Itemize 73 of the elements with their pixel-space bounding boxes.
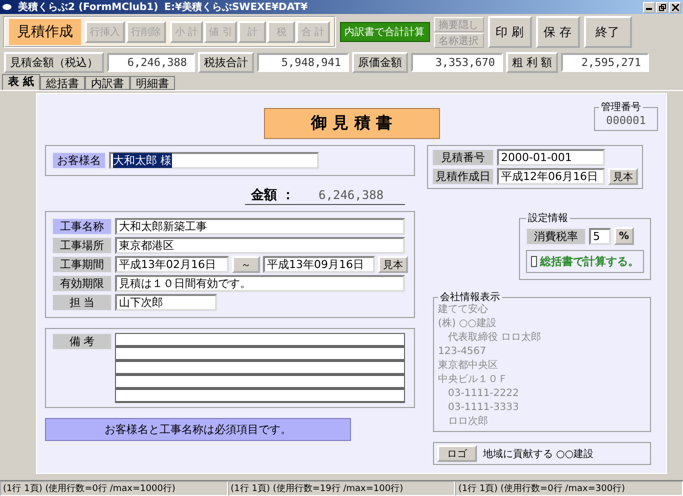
field-label: 見積作成日 (432, 168, 494, 185)
summary-label: 粗 利 額 (506, 52, 558, 72)
summary-label: 見積金額（税込） (4, 52, 104, 72)
status-pane: (1行 1頁) (使用行数=0行 /max=300行) (455, 481, 683, 496)
action-button[interactable]: 保 存 (536, 16, 580, 48)
management-number: 000001 (606, 114, 646, 127)
status-pane: (1行 1頁) (使用行数=19行 /max=100行) (228, 481, 456, 496)
percent-button[interactable]: % (614, 227, 634, 245)
required-notice: お客様名と工事名称は必須項目です。 (45, 418, 351, 441)
window-title: 美積くらぶ2 (FormMClub1) (18, 0, 158, 14)
company-info-line: 03-1111-3333 (447, 402, 520, 413)
tab[interactable]: 表 紙 (2, 74, 40, 90)
checkbox-label: 総括書で計算する。 (540, 254, 639, 269)
company-info-line: 東京都中央区 (438, 360, 499, 371)
field-label: 消費税率 (526, 228, 586, 244)
range-button[interactable]: ～ (232, 256, 260, 273)
date-field[interactable]: 平成12年06月16日 (497, 168, 605, 185)
field-label: お客様名 (52, 152, 106, 169)
action-button[interactable]: 終了 (584, 16, 632, 48)
window-path: E:¥美積くらぶSWEXE¥DAT¥ (164, 0, 308, 14)
field-label: 担 当 (52, 294, 112, 311)
checkbox[interactable] (531, 256, 537, 267)
company-info-line: 代表取締役 ロロ太郎 (447, 332, 542, 343)
group-legend: 管理番号 (599, 100, 643, 114)
tab[interactable]: 総括書 (40, 76, 85, 90)
text-field[interactable]: 山下次郎 (115, 294, 217, 311)
company-info-line: 123-4567 (438, 346, 488, 357)
field-label: 工事場所 (52, 237, 112, 254)
customer-field[interactable]: 大和太郎 様 (109, 152, 319, 169)
field-label: 見積番号 (432, 149, 494, 166)
estimate-number-field[interactable]: 2000-01-001 (497, 149, 605, 166)
text-field[interactable]: 見積は１０日間有効です。 (115, 275, 405, 292)
company-info-line: 03-1111-2222 (447, 388, 520, 399)
summary-label: 税抜合計 (198, 52, 254, 72)
close-icon (672, 4, 678, 10)
action-button[interactable]: 印 刷 (488, 16, 532, 48)
tab[interactable]: 内訳書 (84, 76, 130, 90)
amount-value: 6,246,388 (318, 188, 384, 202)
group-legend: 設定情報 (526, 211, 570, 225)
calculate-button[interactable]: 内訳書で合計計算 (340, 22, 430, 42)
mode-label: 見積作成 (9, 19, 81, 45)
tab[interactable]: 明細書 (130, 76, 175, 90)
summary-value: 2,595,271 (561, 52, 649, 72)
logo-button[interactable]: ロゴ (437, 445, 477, 462)
status-pane: (1行 1頁) (使用行数=0行 /max=1000行) (0, 481, 228, 496)
restore-icon (658, 4, 666, 10)
sample-button[interactable]: 見本 (608, 168, 638, 185)
sample-button[interactable]: 見本 (378, 256, 408, 273)
company-info-line: 建てて安心 (438, 304, 489, 315)
field-label: 備 考 (52, 333, 112, 350)
summary-label: 原価金額 (352, 52, 408, 72)
date-field[interactable]: 平成13年02月16日 (115, 256, 229, 273)
close-button[interactable] (669, 2, 681, 12)
slogan-text: 地域に貢献する ○○建設 (483, 448, 594, 460)
field-label: 工事名称 (52, 218, 112, 235)
tax-rate-field[interactable]: 5 (589, 228, 611, 244)
date-field[interactable]: 平成13年09月16日 (263, 256, 375, 273)
company-info-line: ロロ次郎 (447, 416, 489, 427)
restore-button[interactable] (656, 2, 668, 12)
text-field[interactable]: 東京都港区 (115, 237, 405, 254)
minimize-button[interactable] (643, 2, 655, 12)
field-label: 有効期限 (52, 275, 112, 292)
company-info-line: 中央ビル１０Ｆ (438, 374, 509, 385)
company-info-line: (株) ○○建設 (438, 318, 498, 329)
field-label: 工事期間 (52, 256, 112, 273)
summary-value: 6,246,388 (107, 52, 195, 72)
group-legend: 会社情報表示 (438, 290, 502, 304)
amount-label: 金額 ： (251, 186, 295, 204)
app-icon (2, 2, 12, 12)
text-field[interactable]: 大和太郎新築工事 (115, 218, 405, 235)
summary-value: 5,948,941 (257, 52, 349, 72)
document-heading: 御 見 積 書 (264, 108, 440, 139)
summary-value: 3,353,670 (411, 52, 503, 72)
